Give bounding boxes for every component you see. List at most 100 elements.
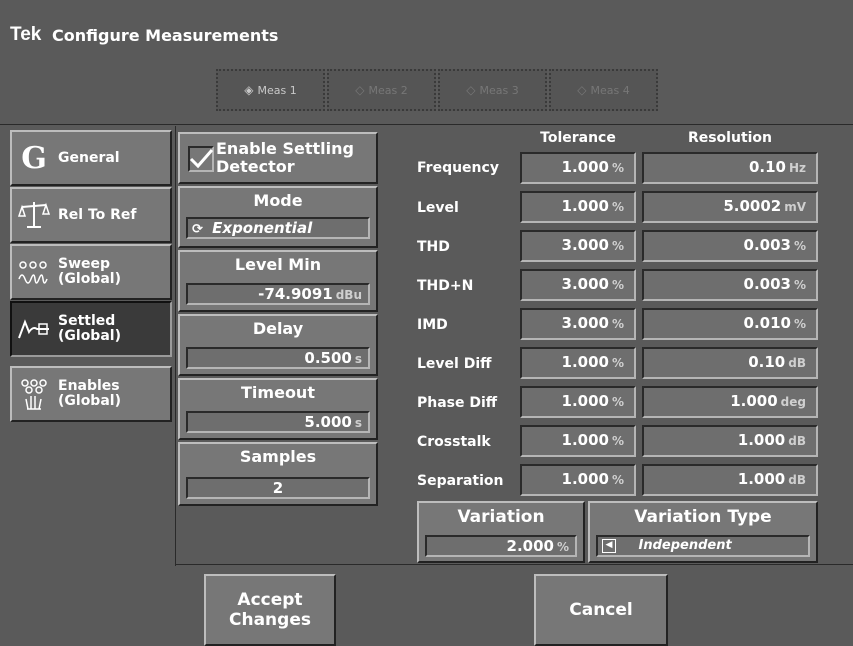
resolution-field-level[interactable]: 5.0002 mV — [642, 191, 818, 223]
delay-control[interactable]: Delay 0.500 s — [178, 314, 378, 376]
nav-rel-to-ref-label: Rel To Ref — [58, 206, 137, 223]
resolution-field-thd-n[interactable]: 0.003% — [642, 269, 818, 301]
resolution-unit: dB — [788, 356, 806, 370]
tolerance-field-level-diff[interactable]: 1.000% — [520, 347, 636, 379]
row-label-level-diff: Level Diff — [417, 356, 492, 372]
resolution-field-level-diff[interactable]: 0.10 dB — [642, 347, 818, 379]
samples-field[interactable]: 2 — [186, 477, 370, 499]
nav-sweep[interactable]: Sweep (Global) — [10, 244, 172, 300]
variation-type-selector[interactable]: Variation Type ◀ Independent — [588, 501, 818, 563]
variation-unit: % — [556, 540, 569, 554]
tolerance-field-frequency[interactable]: 1.000% — [520, 152, 636, 184]
tolerance-value: 1.000 — [561, 353, 609, 371]
tolerance-value: 1.000 — [561, 431, 609, 449]
resolution-field-separation[interactable]: 1.000 dB — [642, 464, 818, 496]
title-bar: Tek Configure Measurements — [0, 0, 853, 60]
nav-enables-label: Enables (Global) — [58, 378, 121, 409]
tolerance-value: 3.000 — [561, 275, 609, 293]
resolution-value: 5.0002 — [723, 197, 782, 215]
tab-meas-1[interactable]: ◈ Meas 1 — [216, 69, 325, 111]
tolerance-value: 1.000 — [561, 158, 609, 176]
nav-settled-label: Settled (Global) — [58, 313, 121, 344]
checkbox-box — [188, 146, 214, 172]
variation-field[interactable]: 2.000% — [425, 535, 577, 557]
resolution-unit: % — [793, 317, 806, 331]
resolution-field-imd[interactable]: 0.010% — [642, 308, 818, 340]
samples-value: 2 — [272, 479, 284, 497]
delay-label: Delay — [252, 319, 304, 338]
resolution-unit: % — [793, 239, 806, 253]
row-label-phase-diff: Phase Diff — [417, 395, 498, 411]
diamond-icon: ◇ — [466, 83, 476, 97]
tek-logo: Tek — [10, 24, 42, 45]
resolution-field-phase-diff[interactable]: 1.000 deg — [642, 386, 818, 418]
tolerance-value: 1.000 — [561, 197, 609, 215]
scale-icon — [16, 197, 52, 233]
tolerance-unit: % — [611, 161, 624, 175]
tolerance-unit: % — [611, 473, 624, 487]
tolerance-unit: % — [611, 434, 624, 448]
timeout-control[interactable]: Timeout 5.000 s — [178, 378, 378, 440]
divider — [0, 124, 853, 125]
resolution-value: 1.000 — [737, 470, 786, 488]
tab-meas-3[interactable]: ◇ Meas 3 — [438, 69, 547, 111]
variation-control[interactable]: Variation 2.000% — [417, 501, 585, 563]
resolution-unit: mV — [784, 200, 806, 214]
resolution-field-frequency[interactable]: 0.10 Hz — [642, 152, 818, 184]
resolution-field-crosstalk[interactable]: 1.000 dB — [642, 425, 818, 457]
tolerance-value: 3.000 — [561, 236, 609, 254]
tolerance-field-thd-n[interactable]: 3.000% — [520, 269, 636, 301]
tolerance-field-level[interactable]: 1.000% — [520, 191, 636, 223]
diamond-selected-icon: ◈ — [244, 83, 254, 97]
level-min-control[interactable]: Level Min -74.9091 dBu — [178, 250, 378, 312]
tolerance-value: 1.000 — [561, 470, 609, 488]
samples-control[interactable]: Samples 2 — [178, 442, 378, 506]
general-g-icon: G — [21, 140, 47, 176]
resolution-unit: Hz — [788, 161, 806, 175]
resolution-value: 0.10 — [748, 353, 786, 371]
divider — [175, 126, 176, 566]
tolerance-unit: % — [611, 200, 624, 214]
samples-label: Samples — [239, 447, 317, 466]
tolerance-unit: % — [611, 356, 624, 370]
tab-meas-2-label: Meas 2 — [368, 83, 408, 97]
nav-sweep-label: Sweep (Global) — [58, 256, 121, 287]
tolerance-unit: % — [611, 395, 624, 409]
delay-value: 0.500 — [304, 349, 352, 367]
nav-settled[interactable]: Settled (Global) — [10, 301, 172, 357]
resolution-value: 1.000 — [737, 431, 786, 449]
mode-selector[interactable]: Mode ⟳ Exponential — [178, 186, 378, 248]
nav-rel-to-ref[interactable]: Rel To Ref — [10, 187, 172, 243]
tolerance-field-separation[interactable]: 1.000% — [520, 464, 636, 496]
tolerance-field-imd[interactable]: 3.000% — [520, 308, 636, 340]
level-min-field[interactable]: -74.9091 dBu — [186, 283, 370, 305]
tab-meas-4[interactable]: ◇ Meas 4 — [549, 69, 658, 111]
tolerance-field-phase-diff[interactable]: 1.000% — [520, 386, 636, 418]
tolerance-unit: % — [611, 278, 624, 292]
cancel-button[interactable]: Cancel — [534, 574, 668, 646]
resolution-field-thd[interactable]: 0.003% — [642, 230, 818, 262]
delay-field[interactable]: 0.500 s — [186, 347, 370, 369]
divider — [175, 564, 853, 565]
tab-meas-4-label: Meas 4 — [590, 83, 630, 97]
row-label-thd: THD — [417, 239, 450, 255]
level-min-label: Level Min — [234, 255, 322, 274]
resolution-value: 0.003 — [743, 236, 791, 254]
timeout-field[interactable]: 5.000 s — [186, 411, 370, 433]
tab-meas-2[interactable]: ◇ Meas 2 — [327, 69, 436, 111]
row-label-separation: Separation — [417, 473, 504, 489]
mode-label: Mode — [253, 191, 303, 210]
nav-enables[interactable]: Enables (Global) — [10, 366, 172, 422]
tolerance-field-crosstalk[interactable]: 1.000% — [520, 425, 636, 457]
row-label-crosstalk: Crosstalk — [417, 434, 491, 450]
configure-measurements-window: Tek Configure Measurements ◈ Meas 1 ◇ Me… — [0, 0, 853, 646]
tolerance-header: Tolerance — [540, 130, 616, 146]
tolerance-value: 1.000 — [561, 392, 609, 410]
nav-general[interactable]: G General — [10, 130, 172, 186]
accept-changes-button[interactable]: Accept Changes — [204, 574, 336, 646]
timeout-label: Timeout — [241, 383, 315, 402]
enable-settling-checkbox[interactable]: Enable Settling Detector — [178, 132, 378, 184]
tolerance-field-thd[interactable]: 3.000% — [520, 230, 636, 262]
tab-meas-3-label: Meas 3 — [479, 83, 519, 97]
variation-type-field: ◀ Independent — [596, 535, 810, 557]
